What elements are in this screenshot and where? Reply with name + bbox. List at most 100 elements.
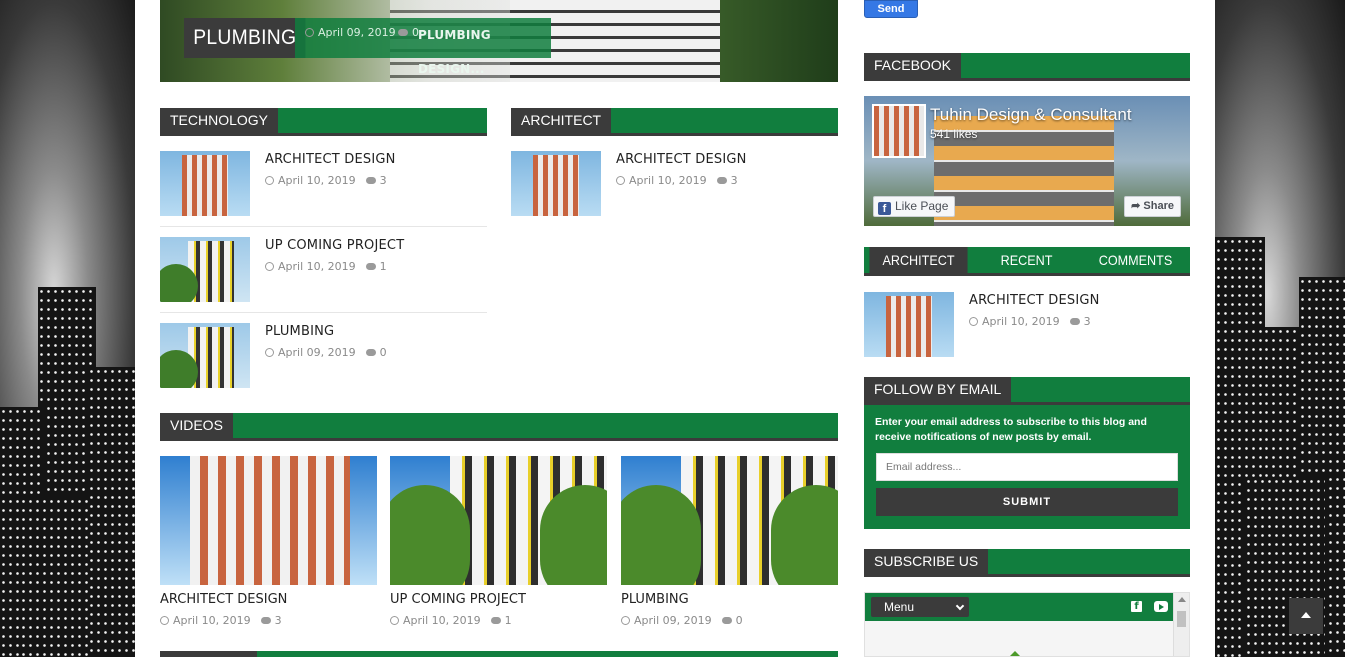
- next-section-header: [160, 651, 838, 657]
- clock-icon: [265, 176, 274, 185]
- post-title[interactable]: PLUMBING: [265, 324, 334, 339]
- youtube-icon[interactable]: [1154, 601, 1168, 612]
- post-meta: April 10, 2019 3: [265, 174, 387, 187]
- clock-icon: [160, 616, 169, 625]
- video-title[interactable]: PLUMBING: [621, 592, 689, 607]
- clock-icon: [305, 28, 314, 37]
- comment-icon: [398, 29, 408, 36]
- clock-icon: [265, 262, 274, 271]
- follow-by-email-description: Enter your email address to subscribe to…: [875, 416, 1147, 443]
- tab-recent[interactable]: RECENT: [977, 247, 1075, 273]
- clock-icon: [265, 348, 274, 357]
- divider: [160, 226, 487, 227]
- list-item[interactable]: ARCHITECT DESIGN April 10, 2019 3: [864, 292, 1191, 358]
- clock-icon: [969, 317, 978, 326]
- architect-section-label[interactable]: ARCHITECT: [511, 108, 612, 133]
- divider: [160, 312, 487, 313]
- video-card[interactable]: PLUMBING April 09, 2019 0: [621, 456, 838, 627]
- featured-meta: April 09, 2019 0 PLUMBING DESIGN...: [295, 18, 551, 76]
- sidebar-tabs: ARCHITECT RECENT COMMENTS: [864, 247, 1190, 276]
- follow-by-email-header: FOLLOW BY EMAIL: [864, 377, 1190, 405]
- list-item[interactable]: ARCHITECT DESIGN April 10, 2019 3: [160, 151, 487, 217]
- scroll-up-icon[interactable]: [1178, 597, 1186, 602]
- post-title[interactable]: UP COMING PROJECT: [265, 238, 404, 253]
- page-content: PLUMBING April 09, 2019 0 PLUMBING DESIG…: [135, 0, 1215, 657]
- technology-section-header: TECHNOLOGY: [160, 108, 487, 136]
- videos-section-label[interactable]: VIDEOS: [160, 413, 233, 438]
- facebook-share-button[interactable]: ➦ Share: [1124, 196, 1181, 217]
- subscribe-embed: Menu f: [864, 592, 1190, 657]
- clock-icon: [621, 616, 630, 625]
- clock-icon: [616, 176, 625, 185]
- post-thumbnail[interactable]: [864, 292, 954, 357]
- tab-architect[interactable]: ARCHITECT: [869, 247, 968, 273]
- post-thumbnail[interactable]: [160, 237, 250, 302]
- video-title[interactable]: ARCHITECT DESIGN: [160, 592, 287, 607]
- post-title[interactable]: ARCHITECT DESIGN: [616, 152, 747, 167]
- featured-date: April 09, 2019: [305, 18, 396, 48]
- submit-button[interactable]: SUBMIT: [876, 488, 1178, 516]
- post-thumbnail[interactable]: [511, 151, 601, 216]
- facebook-icon[interactable]: f: [1131, 601, 1142, 612]
- videos-section-header: VIDEOS: [160, 413, 838, 441]
- video-thumbnail[interactable]: [160, 456, 377, 585]
- post-title[interactable]: ARCHITECT DESIGN: [969, 293, 1100, 308]
- logo: [1005, 651, 1025, 656]
- back-to-top-button[interactable]: [1289, 598, 1323, 634]
- comment-icon: [260, 617, 271, 624]
- facebook-widget-header: FACEBOOK: [864, 53, 1190, 81]
- facebook-widget-label: FACEBOOK: [864, 53, 962, 78]
- comment-icon: [365, 177, 376, 184]
- list-item[interactable]: ARCHITECT DESIGN April 10, 2019 3: [511, 151, 838, 217]
- post-title[interactable]: ARCHITECT DESIGN: [265, 152, 396, 167]
- list-item[interactable]: PLUMBING April 09, 2019 0: [160, 323, 487, 389]
- post-thumbnail[interactable]: [160, 151, 250, 216]
- video-meta: April 10, 2019 1: [390, 614, 512, 627]
- background-city-left: [0, 0, 135, 657]
- subscribe-us-label: SUBSCRIBE US: [864, 549, 989, 574]
- scrollbar[interactable]: [1173, 593, 1189, 656]
- background-city-right: [1215, 0, 1345, 657]
- comment-icon: [1069, 318, 1080, 325]
- video-title[interactable]: UP COMING PROJECT: [390, 592, 526, 607]
- facebook-page-name[interactable]: Tuhin Design & Consultant: [930, 105, 1132, 125]
- video-meta: April 10, 2019 3: [160, 614, 282, 627]
- clock-icon: [390, 616, 399, 625]
- comment-icon: [721, 617, 732, 624]
- post-meta: April 09, 2019 0: [265, 346, 387, 359]
- follow-by-email-label: FOLLOW BY EMAIL: [864, 377, 1012, 402]
- facebook-page-avatar[interactable]: [872, 104, 926, 158]
- comment-icon: [716, 177, 727, 184]
- architect-section-header: ARCHITECT: [511, 108, 838, 136]
- subscribe-us-header: SUBSCRIBE US: [864, 549, 1190, 577]
- post-meta: April 10, 2019 1: [265, 260, 387, 273]
- comment-icon: [490, 617, 501, 624]
- featured-title[interactable]: PLUMBING DESIGN...: [418, 18, 551, 82]
- video-thumbnail[interactable]: [621, 456, 838, 585]
- post-meta: April 10, 2019 3: [969, 315, 1091, 328]
- post-meta: April 10, 2019 3: [616, 174, 738, 187]
- list-item[interactable]: UP COMING PROJECT April 10, 2019 1: [160, 237, 487, 303]
- scrollbar-thumb[interactable]: [1177, 611, 1186, 627]
- follow-by-email-widget: Enter your email address to subscribe to…: [864, 405, 1190, 529]
- facebook-likes-count: 541 likes: [930, 127, 978, 141]
- featured-comments: 0: [398, 18, 419, 48]
- featured-slide[interactable]: PLUMBING April 09, 2019 0 PLUMBING DESIG…: [160, 0, 838, 82]
- technology-section-label[interactable]: TECHNOLOGY: [160, 108, 279, 133]
- video-meta: April 09, 2019 0: [621, 614, 743, 627]
- tab-comments[interactable]: COMMENTS: [1086, 247, 1184, 273]
- menu-dropdown[interactable]: Menu: [871, 597, 969, 617]
- comment-icon: [365, 263, 376, 270]
- video-card[interactable]: UP COMING PROJECT April 10, 2019 1: [390, 456, 607, 627]
- send-button[interactable]: Send: [864, 0, 918, 18]
- video-thumbnail[interactable]: [390, 456, 607, 585]
- facebook-icon: f: [878, 202, 891, 215]
- facebook-like-button[interactable]: f Like Page: [873, 196, 956, 217]
- email-field[interactable]: Email address...: [876, 453, 1178, 481]
- featured-category-label[interactable]: PLUMBING: [184, 18, 306, 58]
- share-arrow-icon: ➦: [1131, 200, 1141, 212]
- video-card[interactable]: ARCHITECT DESIGN April 10, 2019 3: [160, 456, 377, 627]
- post-thumbnail[interactable]: [160, 323, 250, 388]
- comment-icon: [365, 349, 376, 356]
- facebook-page-plugin[interactable]: Tuhin Design & Consultant 541 likes f Lik…: [864, 96, 1190, 226]
